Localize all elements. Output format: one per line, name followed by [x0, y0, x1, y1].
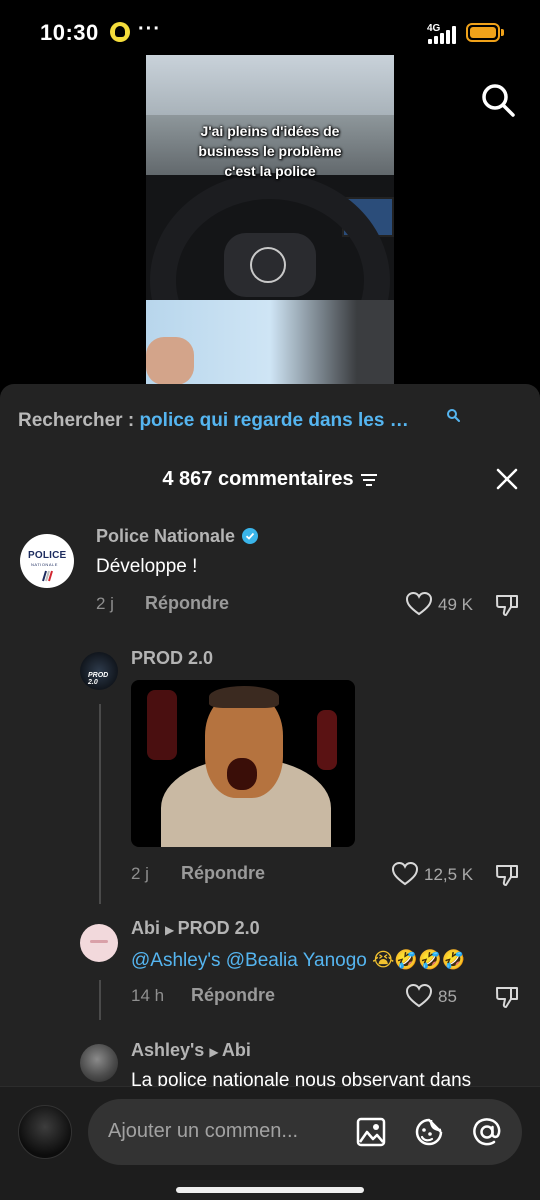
my-avatar[interactable] [18, 1105, 72, 1159]
prod-avatar-text: PROD 2.0 [88, 672, 109, 686]
signal-icon [428, 24, 458, 44]
video-hand [146, 337, 194, 385]
like-count: 12,5 K [424, 865, 474, 884]
avatar-decoration [90, 940, 108, 943]
comment-gif-image[interactable] [131, 680, 355, 847]
close-icon[interactable] [494, 466, 520, 492]
reply-arrow-icon: ▶ [209, 1045, 222, 1059]
home-indicator [176, 1187, 364, 1193]
related-search[interactable]: Rechercher : police qui regarde dans les… [18, 410, 409, 432]
police-logo-text: POLICE [28, 550, 67, 561]
comment-username[interactable]: Police Nationale [96, 526, 259, 547]
verified-badge-icon [242, 528, 259, 544]
avatar[interactable]: PROD 2.0 [80, 652, 118, 690]
like-heart-icon[interactable] [391, 861, 419, 887]
mention-at-icon[interactable] [470, 1115, 504, 1149]
reply-arrow-icon: ▶ [165, 923, 178, 937]
comment-age: 2 j [96, 594, 114, 613]
like-count: 85 [438, 987, 457, 1006]
video-preview[interactable]: J'ai pleins d'idées de business le probl… [146, 55, 394, 385]
snapchat-icon [110, 22, 130, 42]
comment-composer: Ajouter un commen... [0, 1086, 540, 1200]
mention-link[interactable]: @Ashley's [131, 950, 220, 971]
search-icon[interactable] [478, 80, 518, 120]
comments-sheet: Rechercher : police qui regarde dans les… [0, 384, 540, 1200]
car-logo-icon [250, 247, 286, 283]
avatar[interactable] [80, 924, 118, 962]
comment-emojis: 😭🤣🤣🤣 [372, 950, 466, 971]
gif-glow [317, 710, 337, 770]
comments-count: 4 867 commentaires [162, 468, 354, 490]
comments-header: 4 867 commentaires [0, 468, 540, 491]
comment-text: Développe ! [96, 556, 198, 577]
gif-hair [209, 686, 279, 708]
more-notifications-icon: ··· [138, 18, 161, 40]
filter-icon[interactable] [360, 473, 378, 487]
comment-username[interactable]: Abi ▶ PROD 2.0 [131, 918, 260, 939]
username-text: Police Nationale [96, 526, 236, 546]
avatar[interactable]: POLICE NATIONALE [20, 534, 74, 588]
flag-icon [42, 570, 53, 582]
dislike-icon[interactable] [494, 862, 520, 888]
comment-input[interactable]: Ajouter un commen... [88, 1099, 522, 1165]
comment-username[interactable]: PROD 2.0 [131, 648, 213, 669]
reply-button[interactable]: Répondre [145, 593, 229, 614]
reply-button[interactable]: Répondre [181, 863, 265, 884]
avatar[interactable] [80, 1044, 118, 1082]
reply-to-username[interactable]: Abi [222, 1040, 251, 1060]
comment-username[interactable]: Ashley's ▶ Abi [131, 1040, 251, 1061]
reply-to-username[interactable]: PROD 2.0 [178, 918, 260, 938]
related-search-query[interactable]: police qui regarde dans les … [139, 410, 408, 431]
gif-mouth [227, 758, 257, 790]
like-heart-icon[interactable] [405, 591, 433, 617]
image-icon[interactable] [354, 1115, 388, 1149]
clock: 10:30 [40, 20, 99, 45]
like-heart-icon[interactable] [405, 983, 433, 1009]
battery-icon [466, 23, 500, 42]
thread-line [99, 704, 101, 904]
battery-cap [501, 29, 504, 36]
mention-link[interactable]: @Bealia Yanogo [226, 950, 367, 971]
dislike-icon[interactable] [494, 984, 520, 1010]
username-text: Ashley's [131, 1040, 205, 1060]
comment-age: 14 h [131, 986, 165, 1005]
comment-input-placeholder: Ajouter un commen... [108, 1120, 299, 1142]
police-logo-subtext: NATIONALE [31, 562, 58, 567]
video-caption: J'ai pleins d'idées de business le probl… [198, 123, 342, 179]
emoji-sticker-icon[interactable] [412, 1115, 446, 1149]
comment-text: @Ashley's @Bealia Yanogo 😭🤣🤣🤣 [131, 948, 465, 972]
username-text: Abi [131, 918, 160, 938]
gif-glow [147, 690, 177, 760]
comment-age: 2 j [131, 864, 149, 883]
thread-line [99, 980, 101, 1020]
related-search-label: Rechercher : [18, 410, 140, 431]
dislike-icon[interactable] [494, 592, 520, 618]
like-count: 49 K [438, 595, 473, 614]
reply-button[interactable]: Répondre [191, 985, 275, 1006]
search-small-icon [447, 409, 460, 422]
